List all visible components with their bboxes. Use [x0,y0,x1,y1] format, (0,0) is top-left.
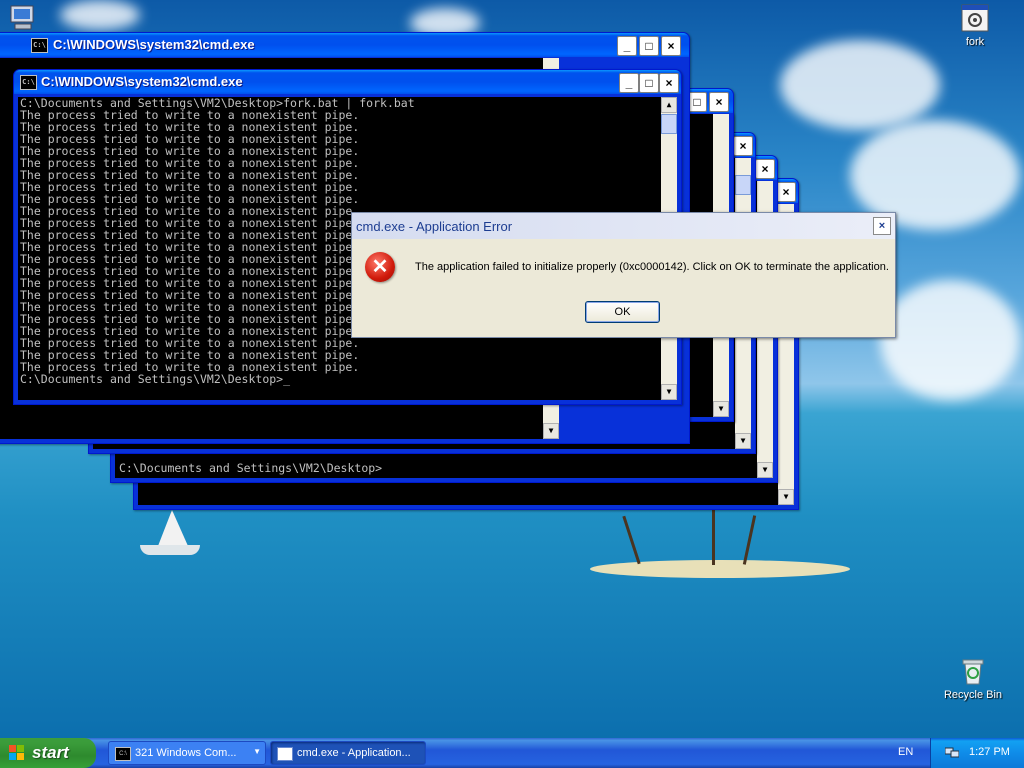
recycle-bin-desktop-icon[interactable]: Recycle Bin [938,655,1008,701]
close-button[interactable]: × [661,36,681,56]
cloud [60,0,140,30]
dialog-title: cmd.exe - Application Error [356,219,513,234]
scroll-up-arrow-icon[interactable]: ▲ [661,97,677,113]
taskbar-item-app-error[interactable]: cmd.exe - Application... [270,741,426,765]
close-button[interactable]: × [733,136,753,156]
close-button[interactable]: × [709,92,729,112]
scroll-thumb[interactable] [735,175,751,195]
minimize-button[interactable]: _ [617,36,637,56]
palm-trunk [742,515,757,565]
clock[interactable]: 1:27 PM [969,746,1010,758]
system-tray: 1:27 PM [930,738,1024,768]
application-error-dialog[interactable]: cmd.exe - Application Error × ✕ The appl… [351,212,896,338]
cmd-icon: C:\ [31,38,48,53]
scroll-down-arrow-icon[interactable]: ▼ [713,401,729,417]
error-icon: ✕ [365,252,395,282]
window-title: C:\WINDOWS\system32\cmd.exe [53,37,255,52]
taskbar-item-cmd-group[interactable]: C:\ 321 Windows Com... ▼ [108,741,266,765]
taskbar: start C:\ 321 Windows Com... ▼ cmd.exe -… [0,738,1024,768]
network-icon[interactable] [944,746,960,758]
my-computer-icon [5,2,37,34]
ok-button[interactable]: OK [585,301,660,323]
cmd-icon: C:\ [115,747,131,761]
console-line: C:\Documents and Settings\VM2\Desktop>_ [20,372,291,386]
taskbar-item-label: 321 Windows Com... [135,747,237,759]
cloud [780,40,940,130]
scroll-thumb[interactable] [661,114,677,134]
batch-file-icon [959,2,991,34]
window-icon [277,747,293,761]
maximize-button[interactable]: □ [639,73,659,93]
dialog-message: The application failed to initialize pro… [415,261,889,273]
scroll-down-arrow-icon[interactable]: ▼ [543,423,559,439]
console-prompt: C:\Documents and Settings\VM2\Desktop> [119,461,383,475]
chevron-down-icon: ▼ [253,747,261,756]
language-indicator[interactable]: EN [898,746,913,758]
cloud [880,280,1020,400]
scroll-down-arrow-icon[interactable]: ▼ [757,462,773,478]
window-title: C:\WINDOWS\system32\cmd.exe [41,74,243,89]
fork-desktop-icon[interactable]: fork [940,2,1010,48]
taskbar-item-label: cmd.exe - Application... [297,747,411,759]
boat-sail [158,510,188,546]
windows-flag-icon [9,745,25,761]
close-button[interactable]: × [776,182,796,202]
recycle-bin-icon [957,655,989,687]
window-titlebar[interactable]: C:\ C:\WINDOWS\system32\cmd.exe _ □ × [0,33,689,57]
start-button[interactable]: start [0,738,96,768]
dialog-close-button[interactable]: × [873,217,891,235]
palm-trunk [622,515,641,565]
close-button[interactable]: × [755,159,775,179]
island [590,560,850,578]
start-label: start [32,743,69,762]
boat-hull [140,545,200,555]
desktop-icon-label: Recycle Bin [943,689,1003,701]
dialog-titlebar[interactable]: cmd.exe - Application Error × [352,213,895,239]
close-button[interactable]: × [659,73,679,93]
scroll-down-arrow-icon[interactable]: ▼ [735,433,751,449]
desktop: My fork Recycle Bin × ▼ × C:\Documents a… [0,0,1024,738]
scroll-down-arrow-icon[interactable]: ▼ [661,384,677,400]
palm-trunk [712,510,715,565]
maximize-button[interactable]: □ [687,92,707,112]
desktop-icon-label: fork [965,36,985,48]
window-titlebar[interactable]: C:\ C:\WINDOWS\system32\cmd.exe _ □ × [14,70,681,94]
maximize-button[interactable]: □ [639,36,659,56]
cmd-icon: C:\ [20,75,37,90]
scroll-down-arrow-icon[interactable]: ▼ [778,489,794,505]
minimize-button[interactable]: _ [619,73,639,93]
